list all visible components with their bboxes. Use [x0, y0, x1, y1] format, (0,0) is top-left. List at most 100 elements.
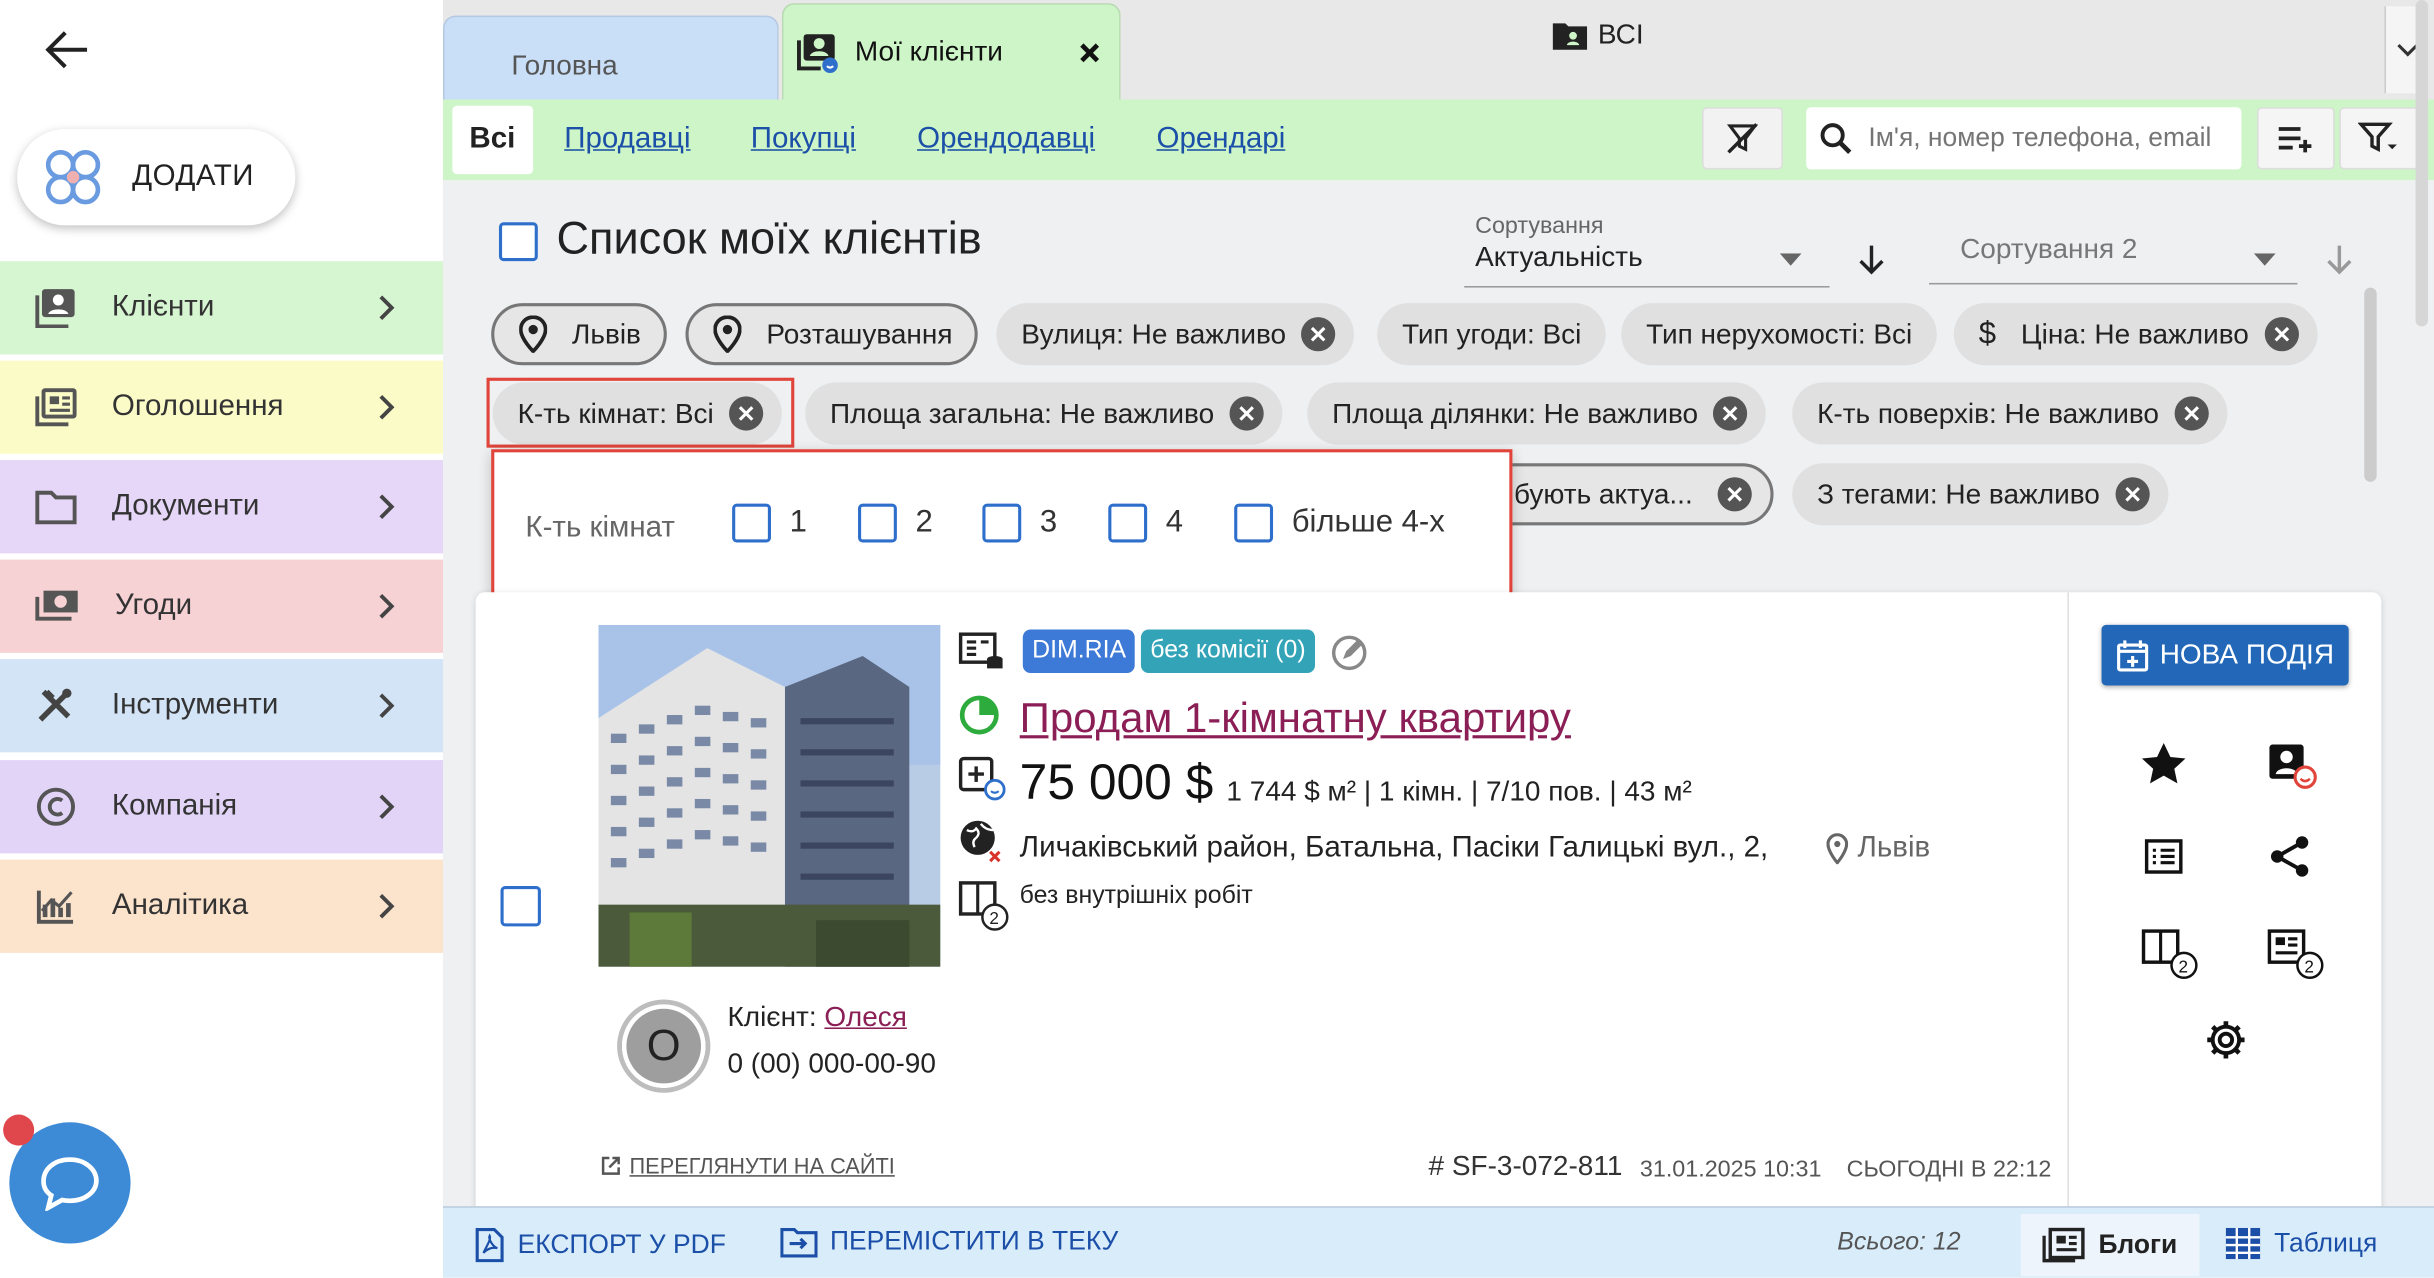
listing-title-link[interactable]: Продам 1-кімнатну квартиру: [1020, 695, 1571, 743]
close-icon[interactable]: [1713, 396, 1748, 431]
chip-floors[interactable]: К-ть поверхів: Не важливо: [1792, 382, 2228, 445]
tab-my-clients[interactable]: Мої клієнти: [781, 3, 1121, 100]
scrollbar[interactable]: [2364, 287, 2377, 482]
view-on-site-link[interactable]: ПЕРЕГЛЯНУТИ НА САЙТІ: [600, 1153, 895, 1178]
chat-bubble-icon: [39, 1155, 101, 1211]
chevron-right-icon: [378, 592, 397, 620]
blog-view-icon: [2042, 1226, 2086, 1263]
sidebar-item-deals[interactable]: Угоди: [0, 559, 444, 656]
chip-price[interactable]: $ Ціна: Не важливо: [1953, 303, 2318, 366]
add-client-icon[interactable]: [958, 755, 1008, 802]
sidebar-item-documents[interactable]: Документи: [0, 460, 444, 557]
edit-circle-icon[interactable]: [1329, 633, 1369, 673]
checkbox[interactable]: [858, 503, 897, 543]
close-icon[interactable]: [1301, 317, 1336, 352]
move-to-folder-button[interactable]: ПЕРЕМІСТИТИ В ТЕКУ: [780, 1226, 1118, 1258]
sidebar-item-analytics[interactable]: Аналітика: [0, 859, 444, 956]
list-icon[interactable]: [2144, 838, 2184, 875]
rooms-option-2[interactable]: 2: [858, 503, 933, 543]
rooms-option-1[interactable]: 1: [732, 503, 807, 543]
close-icon[interactable]: [2264, 317, 2299, 352]
sort2-direction-icon[interactable]: [2324, 241, 2355, 278]
rooms-popup-label: К-ть кімнат: [525, 511, 675, 545]
close-tab-icon[interactable]: [1079, 41, 1101, 63]
checkbox[interactable]: [732, 503, 771, 543]
chevron-right-icon: [378, 493, 397, 521]
chip-area-land[interactable]: Площа ділянки: Не важливо: [1307, 382, 1767, 445]
client-name-link[interactable]: Олеся: [824, 1001, 906, 1032]
view-blogs-button[interactable]: Блоги: [2020, 1213, 2200, 1277]
sidebar-item-clients[interactable]: Клієнти: [0, 261, 444, 358]
listing-condition: без внутрішніх робіт: [1019, 882, 1253, 910]
listing-photo[interactable]: [598, 624, 941, 967]
gear-icon[interactable]: [2204, 1018, 2248, 1062]
dropdown-arrow-icon: [2253, 253, 2276, 266]
rooms-option-more[interactable]: більше 4-х: [1234, 503, 1445, 543]
folder-filter[interactable]: ВСІ: [1551, 19, 1644, 52]
tab-my-clients-label: Мої клієнти: [854, 35, 1003, 67]
client-label: Клієнт:: [727, 1001, 817, 1033]
avatar[interactable]: О: [617, 999, 711, 1093]
chevron-right-icon: [378, 892, 397, 920]
search-input[interactable]: [1868, 122, 2226, 154]
listing-checkbox[interactable]: [500, 886, 541, 927]
sort2-select[interactable]: Сортування 2: [1929, 225, 2298, 285]
client-card-icon[interactable]: [2266, 738, 2319, 791]
filter-menu-button[interactable]: [2339, 107, 2421, 170]
page-scrollbar[interactable]: [2415, 0, 2428, 327]
sort1-value: Актуальність: [1475, 240, 1643, 273]
chip-tags[interactable]: З тегами: Не важливо: [1792, 463, 2169, 526]
export-pdf-button[interactable]: ЕКСПОРТ У PDF: [474, 1226, 726, 1263]
view-on-site-label: ПЕРЕГЛЯНУТИ НА САЙТІ: [629, 1153, 895, 1179]
select-all-checkbox[interactable]: [498, 222, 538, 262]
option-label: 3: [1039, 505, 1058, 540]
listing-id: # SF-3-072-811: [1428, 1150, 1623, 1182]
sidebar-item-label: Оголошення: [111, 390, 284, 423]
playlist-add-icon: [2276, 123, 2316, 154]
tab-home[interactable]: Головна: [443, 15, 779, 100]
rooms-option-4[interactable]: 4: [1108, 503, 1183, 543]
listings-count-icon[interactable]: 2: [2266, 928, 2328, 981]
renovation-count: 2: [2178, 957, 2188, 976]
chevron-right-icon: [378, 294, 397, 322]
chip-city[interactable]: Львів: [491, 303, 667, 366]
view-table-button[interactable]: Таблиця: [2224, 1226, 2377, 1260]
new-event-button[interactable]: НОВА ПОДІЯ: [2101, 624, 2349, 686]
location-pin-icon: [519, 315, 548, 353]
option-label: 1: [789, 505, 807, 540]
add-button[interactable]: ДОДАТИ: [17, 129, 296, 226]
checkbox[interactable]: [1234, 503, 1274, 543]
chip-actual[interactable]: бують актуа...: [1476, 463, 1774, 526]
close-icon[interactable]: [2174, 396, 2209, 431]
sidebar-item-listings[interactable]: Оголошення: [0, 360, 444, 457]
checkbox[interactable]: [1108, 503, 1148, 543]
sidebar-item-tools[interactable]: Інструменти: [0, 659, 444, 756]
add-filter-button[interactable]: [2256, 107, 2335, 170]
back-arrow-icon[interactable]: [44, 28, 100, 75]
sidebar-item-company[interactable]: Компанія: [0, 760, 444, 857]
status-pie-icon: [958, 693, 1002, 737]
filter-tab-sellers[interactable]: Продавці: [564, 106, 690, 174]
chip-street[interactable]: Вулиця: Не важливо: [996, 303, 1355, 366]
sort1-direction-icon[interactable]: [1856, 241, 1887, 278]
client-phone[interactable]: 0 (00) 000-00-90: [727, 1048, 935, 1081]
filter-tab-landlords[interactable]: Орендодавці: [917, 106, 1095, 174]
chip-area-total[interactable]: Площа загальна: Не важливо: [805, 382, 1283, 445]
checkbox[interactable]: [982, 503, 1022, 543]
renovation-count-icon[interactable]: 2: [2140, 928, 2202, 981]
close-icon[interactable]: [2115, 477, 2150, 512]
listing-city: Львів: [1826, 832, 1930, 866]
close-icon[interactable]: [1717, 477, 1752, 512]
rooms-option-3[interactable]: 3: [982, 503, 1058, 543]
filter-tab-tenants[interactable]: Орендарі: [1156, 106, 1285, 174]
chip-location[interactable]: Розташування: [685, 303, 978, 366]
chip-deal-type[interactable]: Тип угоди: Всі: [1377, 303, 1607, 366]
filter-tab-buyers[interactable]: Покупці: [751, 106, 856, 174]
share-icon[interactable]: [2268, 835, 2312, 879]
star-icon[interactable]: [2140, 741, 2187, 785]
filter-tab-all[interactable]: Всі: [452, 105, 533, 175]
close-icon[interactable]: [1229, 396, 1264, 431]
sort1-select[interactable]: Актуальність: [1464, 240, 1830, 288]
clear-filter-button[interactable]: [1702, 107, 1783, 170]
chip-property-type[interactable]: Тип нерухомості: Всі: [1621, 303, 1938, 366]
